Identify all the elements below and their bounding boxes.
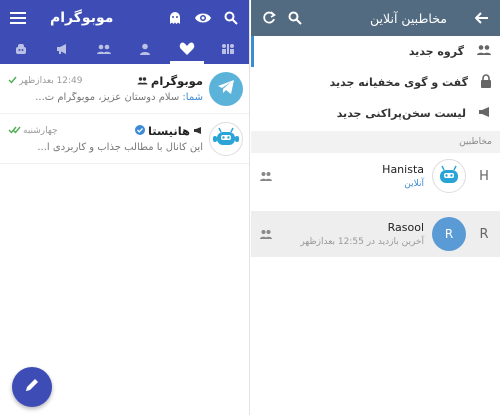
compose-button[interactable] — [12, 367, 52, 407]
chat-preview: شما: سلام دوستان عزیز، موبوگرام ت... — [8, 92, 203, 103]
tab-contacts[interactable] — [125, 36, 167, 64]
double-check-icon — [8, 126, 21, 137]
heart-icon — [179, 41, 195, 60]
menu-icon[interactable] — [8, 8, 28, 28]
read-check-icon — [8, 76, 17, 87]
tab-channels[interactable] — [42, 36, 84, 64]
megaphone-icon — [55, 41, 69, 60]
chat-name: هانیستا — [147, 124, 190, 138]
new-group-option[interactable]: گروه جدید — [251, 36, 500, 67]
new-secret-chat-option[interactable]: گفت و گوی مخفیانه جدید — [251, 67, 500, 98]
lock-icon — [480, 74, 492, 91]
refresh-icon[interactable] — [259, 8, 279, 28]
group-icon — [96, 41, 112, 60]
telegram-icon — [217, 79, 235, 99]
tab-all[interactable] — [208, 36, 250, 64]
avatar: R — [432, 217, 466, 251]
chat-filter-tabs — [0, 36, 249, 64]
contacts-header: مخاطبین آنلاین — [251, 0, 500, 36]
android-icon — [213, 126, 239, 152]
person-icon — [138, 41, 152, 60]
tab-groups[interactable] — [83, 36, 125, 64]
contact-item-hanista[interactable]: Hanista آنلاین H — [251, 153, 500, 199]
robot-icon — [14, 41, 28, 60]
option-label: لیست سخن‌پراکنی جدید — [336, 107, 466, 120]
contact-name: Rasool — [387, 221, 424, 234]
new-broadcast-option[interactable]: لیست سخن‌پراکنی جدید — [251, 98, 500, 129]
megaphone-icon — [193, 124, 203, 138]
avatar — [209, 71, 243, 106]
contact-index-letter: R — [479, 226, 489, 242]
chat-list-header: موبوگرام — [0, 0, 249, 36]
chat-item-mobogram[interactable]: 12:49 بعدازظهر موبوگرام شما: سلام دوستان… — [0, 64, 249, 114]
option-label: گروه جدید — [408, 45, 464, 58]
android-icon — [436, 164, 462, 189]
chat-preview: این کانال با مطالب جذاب و کاربردی آ... — [37, 142, 203, 153]
verified-badge-icon — [134, 124, 145, 138]
avatar — [432, 159, 466, 193]
ghost-icon[interactable] — [165, 8, 185, 28]
tab-robots[interactable] — [0, 36, 42, 64]
chat-preview-sender: شما: — [182, 92, 203, 103]
search-icon[interactable] — [221, 8, 241, 28]
chat-name: موبوگرام — [150, 74, 203, 88]
chat-item-hanista[interactable]: چهارشنبه هانیستا این کانال با مطالب جذاب… — [0, 114, 249, 164]
contact-item-rasool[interactable]: Rasool آخرین بازدید در 12:55 بعدازظهر R … — [251, 211, 500, 257]
avatar — [209, 121, 243, 156]
megaphone-icon — [478, 106, 492, 121]
group-icon — [259, 167, 273, 186]
search-icon[interactable] — [285, 8, 305, 28]
contacts-section-header: مخاطبین — [251, 131, 500, 153]
chat-time: 12:49 بعدازظهر — [19, 76, 83, 86]
eye-icon[interactable] — [193, 8, 213, 28]
chat-list-panel: موبوگرام 12:49 بعدازظهر موبوگرام شما: سل… — [0, 0, 250, 415]
contact-status: آنلاین — [404, 179, 424, 189]
contacts-panel: مخاطبین آنلاین گروه جدید گفت و گوی مخفیا… — [251, 0, 500, 415]
pencil-icon — [24, 377, 40, 397]
group-icon — [259, 225, 273, 244]
page-title: مخاطبین آنلاین — [370, 10, 447, 26]
contact-index-letter: H — [479, 168, 489, 184]
option-label: گفت و گوی مخفیانه جدید — [329, 76, 468, 89]
all-icon — [220, 41, 236, 60]
chat-time: چهارشنبه — [23, 126, 58, 136]
chat-preview-text: سلام دوستان عزیز، موبوگرام ت... — [35, 92, 183, 103]
contact-status: آخرین بازدید در 12:55 بعدازظهر — [300, 237, 424, 247]
contact-name: Hanista — [382, 163, 424, 176]
app-title: موبوگرام — [50, 10, 114, 26]
group-icon — [476, 44, 492, 59]
tab-favorites[interactable] — [166, 36, 208, 64]
back-arrow-icon[interactable] — [472, 8, 492, 28]
group-icon — [137, 74, 148, 88]
